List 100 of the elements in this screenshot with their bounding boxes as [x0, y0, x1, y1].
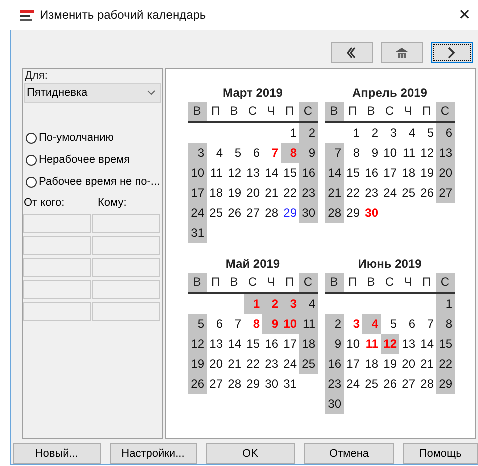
calendar-day[interactable]: 16 [362, 163, 380, 183]
calendar-day[interactable]: 9 [299, 143, 318, 163]
calendar-day[interactable]: 17 [188, 183, 206, 203]
calendar-day[interactable]: 15 [436, 334, 454, 354]
calendar-day[interactable]: 4 [299, 294, 318, 314]
calendar-day[interactable]: 19 [418, 163, 436, 183]
calendar-day[interactable]: 6 [244, 143, 262, 163]
calendar-day[interactable]: 4 [399, 123, 418, 143]
calendar-day[interactable]: 7 [262, 143, 280, 163]
calendar-day[interactable]: 22 [344, 183, 362, 203]
radio-option[interactable]: Рабочее время не по-... [26, 174, 162, 190]
calendar-day[interactable]: 3 [380, 123, 399, 143]
calendar-day[interactable]: 5 [380, 314, 399, 334]
calendar-day[interactable]: 2 [325, 314, 344, 334]
calendar-day[interactable]: 5 [225, 143, 244, 163]
calendar-day[interactable]: 17 [344, 354, 362, 374]
calendar-day[interactable]: 14 [418, 334, 436, 354]
calendar-day[interactable]: 31 [280, 374, 299, 394]
calendar-day[interactable]: 20 [206, 354, 225, 374]
calendar-day[interactable]: 7 [325, 143, 344, 163]
calendar-day[interactable]: 8 [344, 143, 362, 163]
calendar-day[interactable]: 9 [325, 334, 344, 354]
radio-option[interactable]: По-умолчанию [26, 130, 162, 146]
calendar-day[interactable]: 3 [188, 143, 206, 163]
input-field[interactable] [23, 302, 91, 321]
calendar-day[interactable]: 8 [244, 314, 262, 334]
calendar-day[interactable]: 22 [280, 183, 299, 203]
calendar-day[interactable]: 24 [188, 203, 206, 223]
calendar-day[interactable]: 7 [225, 314, 244, 334]
calendar-day[interactable]: 26 [418, 183, 436, 203]
calendar-day[interactable]: 16 [299, 163, 318, 183]
calendar-day[interactable]: 24 [380, 183, 399, 203]
calendar-day[interactable]: 4 [206, 143, 225, 163]
calendar-day[interactable]: 10 [380, 143, 399, 163]
calendar-day[interactable]: 20 [399, 354, 418, 374]
calendar-day[interactable]: 23 [362, 183, 380, 203]
calendar-day[interactable]: 28 [418, 374, 436, 394]
calendar-day[interactable]: 22 [436, 354, 454, 374]
calendar-day[interactable]: 15 [244, 334, 262, 354]
calendar-day[interactable]: 24 [280, 354, 299, 374]
radio-button[interactable] [26, 176, 37, 188]
nav-button[interactable] [431, 42, 473, 63]
calendar-day[interactable]: 28 [325, 203, 344, 223]
calendar-day[interactable]: 15 [344, 163, 362, 183]
calendar-day[interactable]: 29 [436, 374, 454, 394]
calendar-day[interactable]: 29 [244, 374, 262, 394]
calendar-day[interactable]: 27 [436, 183, 454, 203]
dialog-button[interactable]: Помощь [403, 443, 478, 464]
calendar-day[interactable]: 20 [244, 183, 262, 203]
input-field[interactable] [92, 302, 160, 321]
calendar-day[interactable]: 3 [344, 314, 362, 334]
calendar-day[interactable]: 18 [206, 183, 225, 203]
calendar-day[interactable]: 13 [244, 163, 262, 183]
calendar-day[interactable]: 15 [280, 163, 299, 183]
calendar-day[interactable]: 30 [325, 394, 344, 414]
calendar-day[interactable]: 26 [225, 203, 244, 223]
calendar-day[interactable]: 6 [206, 314, 225, 334]
calendar-day[interactable]: 2 [299, 123, 318, 143]
calendar-day[interactable]: 28 [225, 374, 244, 394]
calendar-dropdown[interactable]: Пятидневка [24, 83, 161, 103]
calendar-day[interactable]: 18 [362, 354, 380, 374]
calendar-day[interactable]: 14 [325, 163, 344, 183]
calendar-day[interactable]: 16 [325, 354, 344, 374]
calendar-day[interactable]: 6 [436, 123, 454, 143]
calendar-day[interactable]: 21 [418, 354, 436, 374]
calendar-day[interactable]: 31 [188, 223, 206, 243]
calendar-day[interactable]: 12 [188, 334, 206, 354]
calendar-day[interactable]: 23 [299, 183, 318, 203]
calendar-day[interactable]: 21 [225, 354, 244, 374]
input-field[interactable] [23, 214, 91, 233]
calendar-day[interactable]: 29 [344, 203, 362, 223]
calendar-day[interactable]: 18 [299, 334, 318, 354]
calendar-day[interactable]: 6 [399, 314, 418, 334]
calendar-day[interactable]: 27 [244, 203, 262, 223]
calendar-day[interactable]: 16 [262, 334, 280, 354]
calendar-day[interactable]: 28 [262, 203, 280, 223]
calendar-day[interactable]: 29 [280, 203, 299, 223]
calendar-day[interactable]: 11 [299, 314, 318, 334]
calendar-day[interactable]: 25 [362, 374, 380, 394]
radio-button[interactable] [26, 132, 37, 144]
input-field[interactable] [23, 280, 91, 299]
calendar-day[interactable]: 2 [362, 123, 380, 143]
input-field[interactable] [92, 280, 160, 299]
dialog-button[interactable]: Новый... [13, 443, 101, 464]
calendar-day[interactable]: 11 [206, 163, 225, 183]
calendar-day[interactable]: 12 [418, 143, 436, 163]
calendar-day[interactable]: 17 [380, 163, 399, 183]
radio-button[interactable] [26, 154, 37, 166]
calendar-day[interactable]: 24 [344, 374, 362, 394]
calendar-day[interactable]: 5 [188, 314, 206, 334]
calendar-day[interactable]: 10 [188, 163, 206, 183]
calendar-day[interactable]: 5 [418, 123, 436, 143]
calendar-day[interactable]: 30 [362, 203, 380, 223]
calendar-day[interactable]: 25 [206, 203, 225, 223]
calendar-day[interactable]: 13 [436, 143, 454, 163]
input-field[interactable] [92, 236, 160, 255]
calendar-day[interactable]: 19 [380, 354, 399, 374]
input-field[interactable] [92, 214, 160, 233]
calendar-day[interactable]: 26 [188, 374, 206, 394]
calendar-day[interactable]: 25 [399, 183, 418, 203]
